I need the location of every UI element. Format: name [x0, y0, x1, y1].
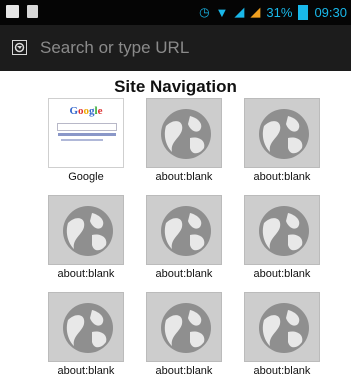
globe-icon [259, 109, 309, 159]
battery-icon [298, 4, 309, 20]
wifi-icon: ▼ [215, 4, 229, 20]
speed-dial-tile[interactable]: about:blank [144, 292, 224, 382]
alarm-icon: ◷ [199, 5, 210, 19]
signal-icon: ◢ [234, 4, 245, 19]
globe-thumbnail [146, 195, 222, 265]
favicon-icon[interactable] [12, 40, 27, 55]
globe-thumbnail [48, 195, 124, 265]
speed-dial-tile[interactable]: about:blank [144, 195, 224, 285]
globe-thumbnail [146, 98, 222, 168]
google-links-2 [61, 139, 103, 141]
status-bar: ◷ ▼ ◢ ◢ 31% 09:30 [0, 0, 351, 25]
tile-label: Google [68, 171, 104, 183]
globe-thumbnail [244, 195, 320, 265]
speed-dial-tile[interactable]: about:blank [242, 292, 322, 382]
notification-icons [6, 5, 38, 18]
globe-icon [161, 109, 211, 159]
google-thumbnail: Google [48, 98, 124, 168]
speed-dial-tile-google[interactable]: Google Google [46, 98, 126, 188]
battery-percent: 31% [266, 4, 293, 20]
speed-dial-tile[interactable]: about:blank [242, 98, 322, 188]
signal-2-icon: ◢ [250, 4, 261, 19]
tile-label: about:blank [155, 268, 213, 280]
speed-dial-tile[interactable]: about:blank [46, 292, 126, 382]
tile-label: about:blank [57, 268, 115, 280]
page-title: Site Navigation [114, 77, 237, 96]
tile-label: about:blank [253, 171, 311, 183]
google-links [58, 133, 116, 136]
globe-icon [161, 206, 211, 256]
tile-label: about:blank [253, 365, 311, 377]
globe-icon [63, 303, 113, 353]
tile-label: about:blank [155, 171, 213, 183]
tile-label: about:blank [253, 268, 311, 280]
globe-thumbnail [48, 292, 124, 362]
globe-thumbnail [146, 292, 222, 362]
tile-label: about:blank [155, 365, 213, 377]
tile-label: about:blank [57, 365, 115, 377]
globe-thumbnail [244, 98, 320, 168]
speed-dial-tile[interactable]: about:blank [46, 195, 126, 285]
url-bar [0, 25, 351, 71]
url-input[interactable] [40, 35, 330, 61]
clock: 09:30 [314, 4, 347, 20]
google-search-box [57, 123, 117, 131]
globe-thumbnail [244, 292, 320, 362]
speed-dial-tile[interactable]: about:blank [242, 195, 322, 285]
speed-dial-tile[interactable]: about:blank [144, 98, 224, 188]
system-icons: ◷ ▼ ◢ ◢ 31% 09:30 [199, 4, 347, 20]
globe-icon [259, 303, 309, 353]
google-logo: Google [69, 105, 103, 117]
document-notification-icon [27, 5, 38, 18]
image-notification-icon [6, 5, 19, 18]
globe-icon [161, 303, 211, 353]
globe-icon [63, 206, 113, 256]
globe-icon [259, 206, 309, 256]
